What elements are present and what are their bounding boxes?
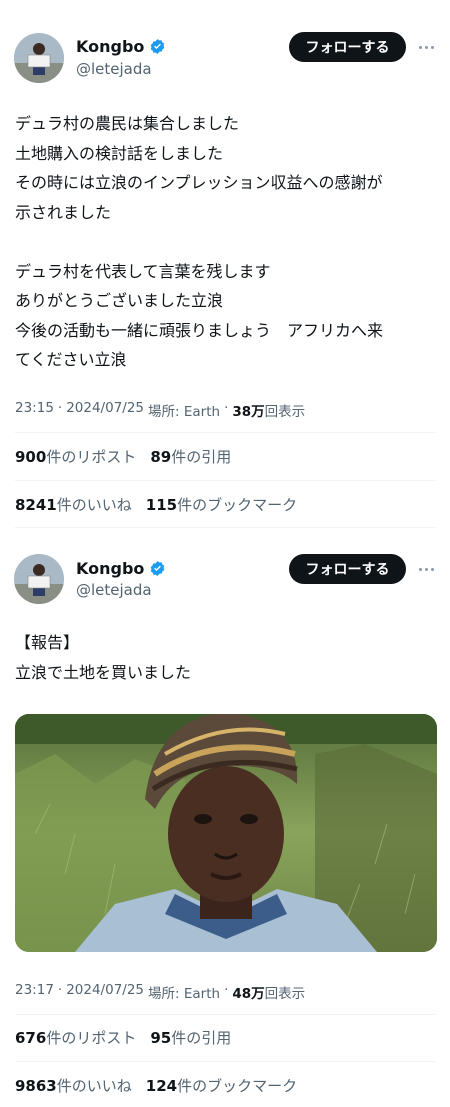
views: 38万回表示 [232,400,305,420]
tweet-photo[interactable] [15,714,437,952]
quotes-count: 95 [150,1029,172,1047]
bookmarks-label: 件のブックマーク [177,1077,298,1095]
author-name[interactable]: Kongbo [76,37,166,56]
views-count: 38万 [232,404,265,420]
divider [15,432,435,433]
tweet-date[interactable]: 2024/07/25 [66,400,144,420]
bookmarks-count: 124 [145,1077,178,1095]
verified-badge-icon [151,561,165,576]
divider [15,1014,435,1015]
divider [15,1061,435,1062]
tweet-text: 【報告】 立浪で土地を買いました [15,633,192,682]
follow-button[interactable]: フォローする [289,554,406,584]
author-name-text[interactable]: Kongbo [76,559,144,578]
views-label: 回表示 [264,404,306,420]
divider [15,527,435,528]
reposts-count: 676 [15,1029,47,1047]
quotes-label: 件の引用 [171,448,232,466]
meta-separator: · [224,400,229,416]
likes-count: 8241 [15,496,57,514]
views-label: 回表示 [264,986,306,1002]
reposts-stat[interactable]: 900件のリポスト [15,446,136,467]
bookmarks-count: 115 [145,496,178,514]
tweet-meta: 23:15 · 2024/07/25 場所: Earth · 38万回表示 [15,400,305,420]
meta-separator: · [57,982,63,998]
likes-label: 件のいいね [56,1077,132,1095]
likes-count: 9863 [15,1077,57,1095]
likes-stat[interactable]: 8241件のいいね [15,494,132,515]
views-count: 48万 [232,986,265,1002]
quotes-stat[interactable]: 95件の引用 [150,1027,231,1048]
more-horizontal-icon[interactable] [414,559,438,579]
tweet-place: 場所: Earth [148,986,221,1002]
engagement-row-2: 9863件のいいね 124件のブックマーク [15,1075,297,1096]
tweet-time[interactable]: 23:17 [15,982,54,1002]
reposts-count: 900 [15,448,47,466]
more-horizontal-icon[interactable] [414,37,438,57]
tweet: Kongbo @letejada フォローする 【報告】 立浪で土地を買いました [0,540,450,1107]
bookmarks-stat[interactable]: 115件のブックマーク [146,494,297,515]
reposts-stat[interactable]: 676件のリポスト [15,1027,136,1048]
author-name[interactable]: Kongbo [76,559,166,578]
author-name-text[interactable]: Kongbo [76,37,144,56]
divider [15,480,435,481]
meta-separator: · [57,400,63,416]
author-handle[interactable]: @letejada [76,60,152,78]
follow-button[interactable]: フォローする [289,32,406,62]
bookmarks-label: 件のブックマーク [177,496,298,514]
quotes-label: 件の引用 [171,1029,232,1047]
engagement-row-1: 900件のリポスト 89件の引用 [15,446,231,467]
avatar[interactable] [14,33,64,83]
tweet: Kongbo @letejada フォローする デュラ村の農民は集合しました 土… [0,0,450,540]
views: 48万回表示 [232,982,305,1002]
quotes-count: 89 [150,448,172,466]
tweet-time[interactable]: 23:15 [15,400,54,420]
tweet-text: デュラ村の農民は集合しました 土地購入の検討話をしました その時には立浪のインプ… [15,114,384,369]
likes-stat[interactable]: 9863件のいいね [15,1075,132,1096]
likes-label: 件のいいね [56,496,132,514]
bookmarks-stat[interactable]: 124件のブックマーク [146,1075,297,1096]
quotes-stat[interactable]: 89件の引用 [150,446,231,467]
avatar[interactable] [14,554,64,604]
author-handle[interactable]: @letejada [76,581,152,599]
tweet-date[interactable]: 2024/07/25 [66,982,144,1002]
meta-separator: · [224,982,229,998]
reposts-label: 件のリポスト [46,1029,137,1047]
tweet-meta: 23:17 · 2024/07/25 場所: Earth · 48万回表示 [15,982,305,1002]
engagement-row-1: 676件のリポスト 95件の引用 [15,1027,231,1048]
engagement-row-2: 8241件のいいね 115件のブックマーク [15,494,297,515]
verified-badge-icon [151,39,165,54]
reposts-label: 件のリポスト [46,448,137,466]
tweet-place: 場所: Earth [148,404,221,420]
